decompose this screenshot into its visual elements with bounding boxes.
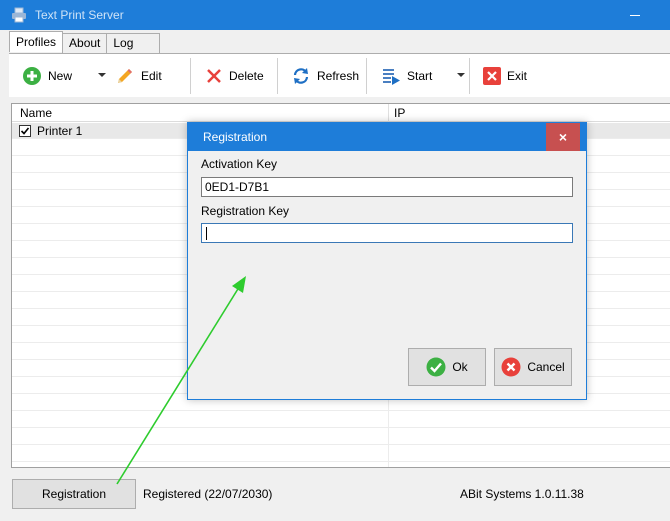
dialog-titlebar[interactable]: Registration × [188, 123, 586, 151]
refresh-button[interactable]: Refresh [291, 64, 359, 88]
start-list-icon [383, 69, 400, 85]
window-titlebar[interactable]: Text Print Server [0, 0, 670, 30]
column-header-name[interactable]: Name [20, 106, 52, 120]
red-x-icon [207, 69, 221, 83]
dialog-title: Registration [203, 130, 268, 144]
column-header-ip[interactable]: IP [394, 106, 405, 120]
delete-label: Delete [229, 69, 264, 83]
status-bar: Registration Registered (22/07/2030) ABi… [9, 470, 670, 521]
activation-key-field[interactable] [201, 177, 573, 197]
tab-profiles[interactable]: Profiles [9, 31, 64, 52]
new-button[interactable]: New [22, 64, 72, 88]
new-dropdown-icon[interactable] [98, 73, 106, 77]
text-caret [206, 227, 207, 240]
table-row [12, 429, 670, 445]
toolbar-separator [469, 58, 470, 94]
version-label: ABit Systems 1.0.11.38 [460, 487, 584, 501]
checkmark-icon [20, 127, 30, 135]
registration-button[interactable]: Registration [12, 479, 136, 509]
registration-status: Registered (22/07/2030) [143, 487, 273, 501]
exit-label: Exit [507, 69, 528, 83]
exit-button[interactable]: Exit [483, 64, 527, 88]
plus-circle-icon [23, 67, 41, 85]
minimize-icon[interactable] [628, 6, 642, 20]
exit-icon [483, 67, 501, 85]
tab-strip: Profiles About Log [9, 31, 161, 53]
row-checkbox[interactable] [19, 125, 31, 137]
printer-icon [11, 7, 27, 23]
edit-label: Edit [141, 69, 162, 83]
red-cancel-icon [501, 357, 521, 377]
registration-key-field[interactable] [201, 223, 573, 243]
refresh-label: Refresh [317, 69, 360, 83]
grid-header: Name IP [12, 104, 670, 122]
pencil-icon [118, 69, 132, 83]
column-divider [388, 104, 389, 122]
toolbar-separator [190, 58, 191, 94]
close-button[interactable]: × [546, 123, 580, 151]
activation-key-label: Activation Key [201, 157, 278, 171]
refresh-icon [293, 68, 309, 84]
new-label: New [48, 69, 73, 83]
toolbar: New Edit Delete Refresh Start Exit [9, 53, 670, 97]
toolbar-separator [277, 58, 278, 94]
start-button[interactable]: Start [381, 64, 432, 88]
table-row [12, 446, 670, 462]
registration-dialog: Registration × Activation Key Registrati… [187, 122, 587, 400]
start-dropdown-icon[interactable] [457, 73, 465, 77]
table-row [12, 412, 670, 428]
tab-log[interactable]: Log [106, 33, 161, 53]
start-label: Start [407, 69, 433, 83]
delete-button[interactable]: Delete [205, 64, 264, 88]
close-icon: × [558, 129, 568, 145]
cancel-label: Cancel [527, 360, 565, 374]
ok-button[interactable]: Ok [408, 348, 486, 386]
toolbar-separator [366, 58, 367, 94]
ok-label: Ok [452, 360, 468, 374]
printer-name: Printer 1 [37, 124, 83, 138]
edit-button[interactable]: Edit [115, 64, 162, 88]
tab-about[interactable]: About [62, 33, 108, 53]
registration-key-label: Registration Key [201, 204, 290, 218]
window-title: Text Print Server [35, 8, 124, 22]
green-check-icon [426, 357, 446, 377]
cancel-button[interactable]: Cancel [494, 348, 572, 386]
